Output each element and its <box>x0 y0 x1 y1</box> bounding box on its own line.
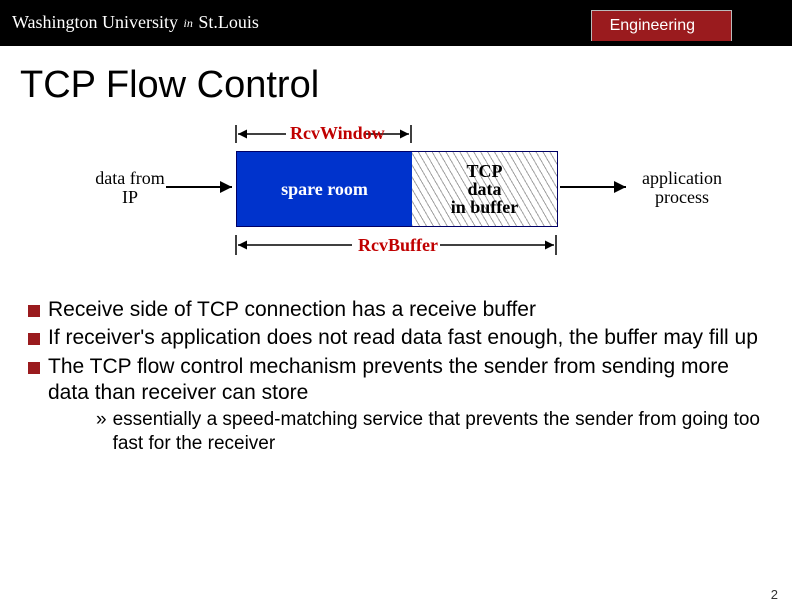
bullet-2-text: If receiver's application does not read … <box>48 325 758 351</box>
guillemet-icon: » <box>96 408 107 456</box>
rcv-window-label: RcvWindow <box>290 124 385 143</box>
body-text: Receive side of TCP connection has a rec… <box>28 297 764 456</box>
bullet-3-text: The TCP flow control mechanism prevents … <box>48 354 764 407</box>
sub-bullet: » essentially a speed-matching service t… <box>96 408 764 456</box>
application-process-label: applicationprocess <box>632 169 732 207</box>
receive-buffer-box: spare room TCPdatain buffer <box>236 151 558 227</box>
bullet-3: The TCP flow control mechanism prevents … <box>28 354 764 407</box>
slide-title: TCP Flow Control <box>20 64 792 107</box>
tcp-data-label: TCPdatain buffer <box>451 162 519 216</box>
spare-room-region: spare room <box>237 152 412 226</box>
spare-room-label: spare room <box>281 179 368 200</box>
header-underline <box>0 46 792 50</box>
data-from-ip-label: data fromIP <box>90 169 170 207</box>
university-logo: Washington University in St.Louis <box>12 12 259 33</box>
sub-bullet-text: essentially a speed-matching service tha… <box>113 408 764 456</box>
tcp-data-region: TCPdatain buffer <box>412 152 557 226</box>
bullet-square-icon <box>28 305 40 317</box>
bullet-square-icon <box>28 333 40 345</box>
page-number: 2 <box>771 587 778 602</box>
bullet-1-text: Receive side of TCP connection has a rec… <box>48 297 536 323</box>
rcv-buffer-label: RcvBuffer <box>358 236 438 255</box>
bullet-2: If receiver's application does not read … <box>28 325 764 351</box>
buffer-diagram: |) over spare room --> RcvWindow data fr… <box>56 117 736 287</box>
engineering-tab: Engineering <box>591 10 732 41</box>
bullet-square-icon <box>28 362 40 374</box>
header-bar: Washington University in St.Louis Engine… <box>0 0 792 48</box>
bullet-1: Receive side of TCP connection has a rec… <box>28 297 764 323</box>
